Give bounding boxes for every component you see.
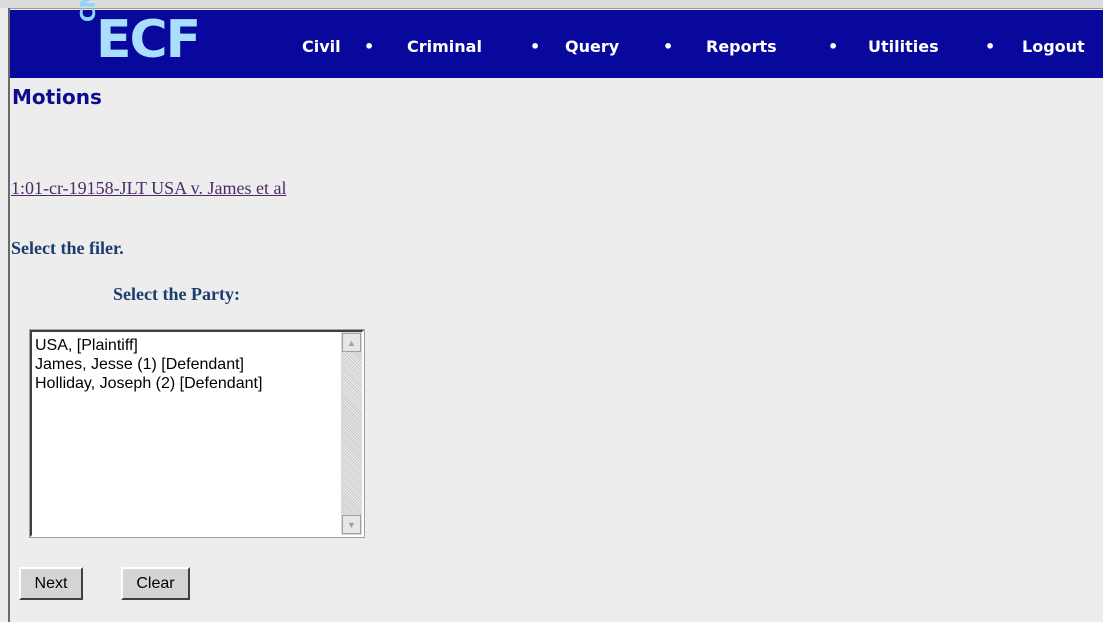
window-top-frame [0,0,1103,9]
page-title: Motions [12,85,102,109]
menu-utilities[interactable]: Utilities [868,37,939,56]
list-scrollbar[interactable]: ▲ ▼ [341,332,362,535]
party-option-usa[interactable]: USA, [Plaintiff] [35,336,262,355]
menu-query[interactable]: Query [565,37,619,56]
select-party-label: Select the Party: [113,284,240,304]
menu-separator: • [828,37,839,56]
scroll-down-arrow-icon[interactable]: ▼ [342,515,361,534]
menu-separator: • [985,37,996,56]
window-left-frame [0,8,10,622]
case-number-link[interactable]: 1:01-cr-19158-JLT USA v. James et al [11,178,286,199]
party-option-james[interactable]: James, Jesse (1) [Defendant] [35,355,262,374]
menu-separator: • [364,37,375,56]
top-navigation-bar: CM ECF Civil • Criminal • Query • Report… [10,0,1103,78]
party-select-list[interactable]: USA, [Plaintiff] James, Jesse (1) [Defen… [29,329,365,538]
menu-civil[interactable]: Civil [302,37,341,56]
scroll-up-arrow-icon[interactable]: ▲ [342,333,361,352]
menu-separator: • [663,37,674,56]
select-filer-heading: Select the filer. [11,238,124,258]
menu-reports[interactable]: Reports [706,37,777,56]
next-button[interactable]: Next [19,567,83,600]
party-option-holliday[interactable]: Holliday, Joseph (2) [Defendant] [35,374,262,393]
menu-separator: • [530,37,541,56]
logo-text: ECF [96,10,201,70]
menu-criminal[interactable]: Criminal [407,37,482,56]
clear-button[interactable]: Clear [121,567,190,600]
menu-logout[interactable]: Logout [1022,37,1085,56]
party-options: USA, [Plaintiff] James, Jesse (1) [Defen… [35,336,262,393]
